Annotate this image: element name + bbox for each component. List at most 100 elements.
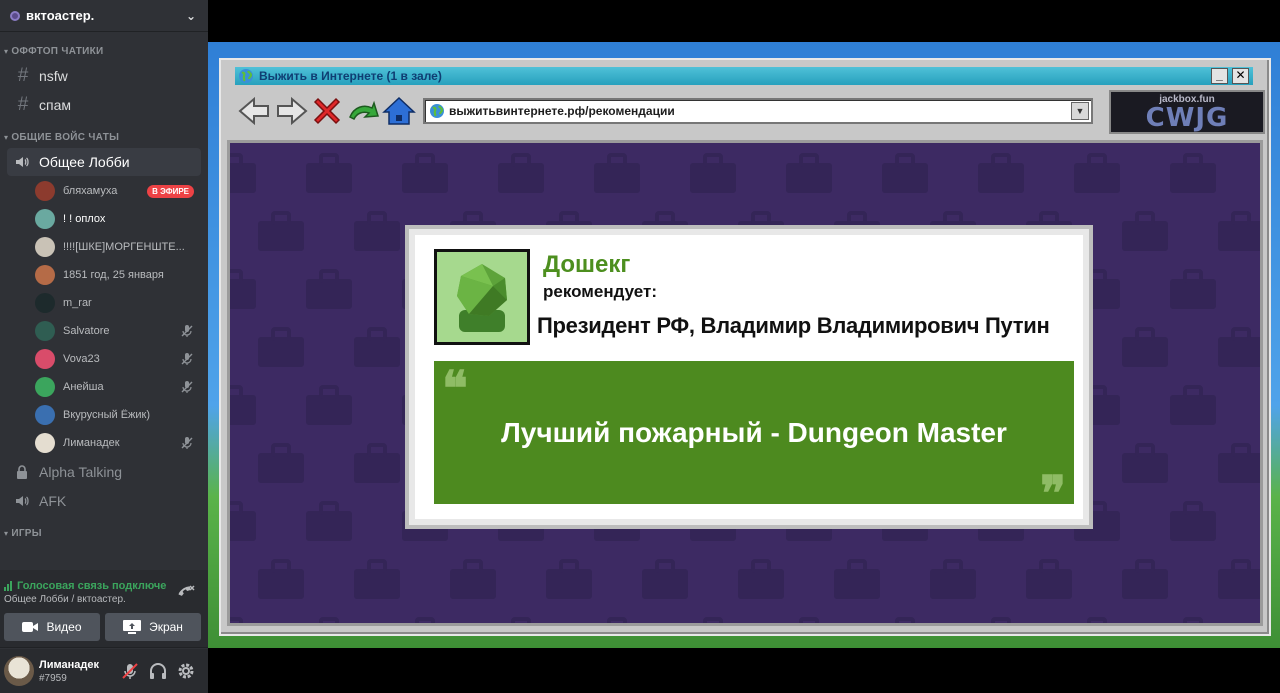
- avatar: [35, 265, 55, 285]
- mic-off-icon: [122, 663, 138, 679]
- quote-text: Лучший пожарный - Dungeon Master: [501, 417, 1007, 448]
- screen-share-button[interactable]: Экран: [105, 613, 201, 641]
- briefcase-icon: [230, 501, 256, 541]
- mic-off-icon: [181, 325, 193, 337]
- deafen-button[interactable]: [148, 661, 168, 681]
- voice-user[interactable]: m_rar: [0, 289, 208, 317]
- server-header[interactable]: вктоастер. ⌄: [0, 0, 208, 32]
- channel-name: nsfw: [39, 68, 68, 84]
- mic-off-icon: [181, 381, 193, 393]
- voice-user[interactable]: !!!![ШКЕ]МОРГЕНШТЕ...: [0, 233, 208, 261]
- voice-channel-lobby[interactable]: Общее Лобби: [7, 148, 201, 176]
- open-quote-icon: ❝: [442, 361, 468, 417]
- back-arrow-icon[interactable]: [237, 93, 273, 129]
- gem-avatar-icon: [437, 252, 527, 342]
- mic-off-icon: [181, 353, 193, 365]
- voice-user-name: бляхамуха: [63, 185, 118, 197]
- stop-icon[interactable]: [309, 93, 345, 129]
- voice-user-name: !!!![ШКЕ]МОРГЕНШТЕ...: [63, 241, 185, 253]
- briefcase-icon: [1218, 443, 1260, 483]
- mic-off-icon: [181, 437, 193, 449]
- avatar: [35, 293, 55, 313]
- voice-location[interactable]: Общее Лобби / вктоастер.: [4, 594, 126, 605]
- briefcase-icon: [642, 559, 688, 599]
- briefcase-icon: [319, 617, 339, 623]
- home-icon[interactable]: [381, 93, 417, 129]
- address-dropdown-button[interactable]: ▼: [1071, 102, 1089, 120]
- channel-name: Alpha Talking: [39, 464, 123, 480]
- briefcase-icon: [1122, 559, 1168, 599]
- briefcase-icon: [1218, 559, 1260, 599]
- avatar[interactable]: [4, 656, 34, 686]
- briefcase-icon: [258, 211, 304, 251]
- briefcase-icon: [546, 559, 592, 599]
- briefcase-icon: [1026, 559, 1072, 599]
- voice-user[interactable]: Анейша: [0, 373, 208, 401]
- recommendation-card: Дошекг рекомендует: Президент РФ, Владим…: [405, 225, 1093, 529]
- game-browser-window: Выжить в Интернете (1 в зале) _ ✕ выжить…: [219, 58, 1271, 636]
- user-panel: Лиманадек #7959: [0, 649, 208, 693]
- voice-user-name: Лиманадек: [63, 437, 120, 449]
- avatar: [35, 377, 55, 397]
- mute-mic-button[interactable]: [120, 661, 140, 681]
- browser-viewport: Дошекг рекомендует: Президент РФ, Владим…: [227, 140, 1263, 626]
- voice-user-name: Vova23: [63, 353, 100, 365]
- voice-user[interactable]: Лиманадек: [0, 429, 208, 457]
- avatar: [35, 209, 55, 229]
- briefcase-icon: [738, 559, 784, 599]
- category-voice[interactable]: ▾ ОБЩИЕ ВОЙС ЧАТЫ: [0, 128, 208, 146]
- voice-user[interactable]: бляхамуха В ЭФИРЕ: [0, 177, 208, 205]
- channel-name: Общее Лобби: [39, 154, 130, 170]
- room-code-box: jackbox.fun CWJG: [1109, 90, 1265, 134]
- voice-channel-afk[interactable]: AFK: [7, 487, 201, 515]
- voice-status[interactable]: Голосовая связь подключена: [4, 580, 166, 592]
- channel-nsfw[interactable]: # nsfw: [7, 62, 201, 90]
- briefcase-icon: [354, 327, 400, 367]
- briefcase-icon: [230, 153, 256, 193]
- voice-channel-alpha[interactable]: Alpha Talking: [7, 458, 201, 486]
- voice-user[interactable]: Salvatore: [0, 317, 208, 345]
- channel-spam[interactable]: # спам: [7, 91, 201, 119]
- text-channel-icon: #: [17, 65, 29, 86]
- minimize-button[interactable]: _: [1211, 68, 1228, 84]
- briefcase-icon: [1218, 327, 1260, 367]
- app-root: вктоастер. ⌄ ▾ ОФФТОП ЧАТИКИ # nsfw # сп…: [0, 0, 1280, 693]
- player-avatar: [434, 249, 530, 345]
- forward-arrow-icon[interactable]: [273, 93, 309, 129]
- briefcase-icon: [786, 153, 832, 193]
- category-offtopic[interactable]: ▾ ОФФТОП ЧАТИКИ: [0, 42, 208, 60]
- briefcase-icon: [402, 153, 448, 193]
- briefcase-icon: [1122, 327, 1168, 367]
- server-icon: [10, 10, 20, 21]
- voice-user-name: ! ! оплох: [63, 213, 106, 225]
- disconnect-button[interactable]: [175, 582, 197, 604]
- signal-icon: [4, 581, 13, 591]
- voice-user[interactable]: ! ! оплох: [0, 205, 208, 233]
- briefcase-icon: [1074, 153, 1120, 193]
- headphones-icon: [150, 663, 166, 679]
- briefcase-icon: [607, 617, 627, 623]
- avatar: [35, 405, 55, 425]
- close-window-button[interactable]: ✕: [1232, 68, 1249, 84]
- author-name: Дошекг: [543, 251, 631, 278]
- category-label: ИГРЫ: [11, 527, 42, 539]
- channel-name: спам: [39, 97, 71, 113]
- briefcase-icon: [258, 443, 304, 483]
- briefcase-icon: [1122, 443, 1168, 483]
- briefcase-icon: [690, 153, 736, 193]
- refresh-icon[interactable]: [345, 93, 381, 129]
- camera-icon: [22, 622, 39, 632]
- category-games[interactable]: ▾ ИГРЫ: [0, 524, 208, 542]
- voice-user-name: m_rar: [63, 297, 92, 309]
- voice-user[interactable]: 1851 год, 25 января: [0, 261, 208, 289]
- briefcase-icon: [230, 385, 256, 425]
- voice-user[interactable]: Vova23: [0, 345, 208, 373]
- voice-user[interactable]: Вкурусный Ёжик): [0, 401, 208, 429]
- settings-button[interactable]: [176, 661, 196, 681]
- category-label: ОБЩИЕ ВОЙС ЧАТЫ: [11, 131, 120, 143]
- voice-connection-panel: Голосовая связь подключена Общее Лобби /…: [0, 570, 208, 648]
- briefcase-icon: [354, 211, 400, 251]
- username: Лиманадек: [39, 659, 99, 671]
- video-button[interactable]: Видео: [4, 613, 100, 641]
- address-bar[interactable]: выжитьвинтернете.рф/рекомендации ▼: [423, 98, 1093, 124]
